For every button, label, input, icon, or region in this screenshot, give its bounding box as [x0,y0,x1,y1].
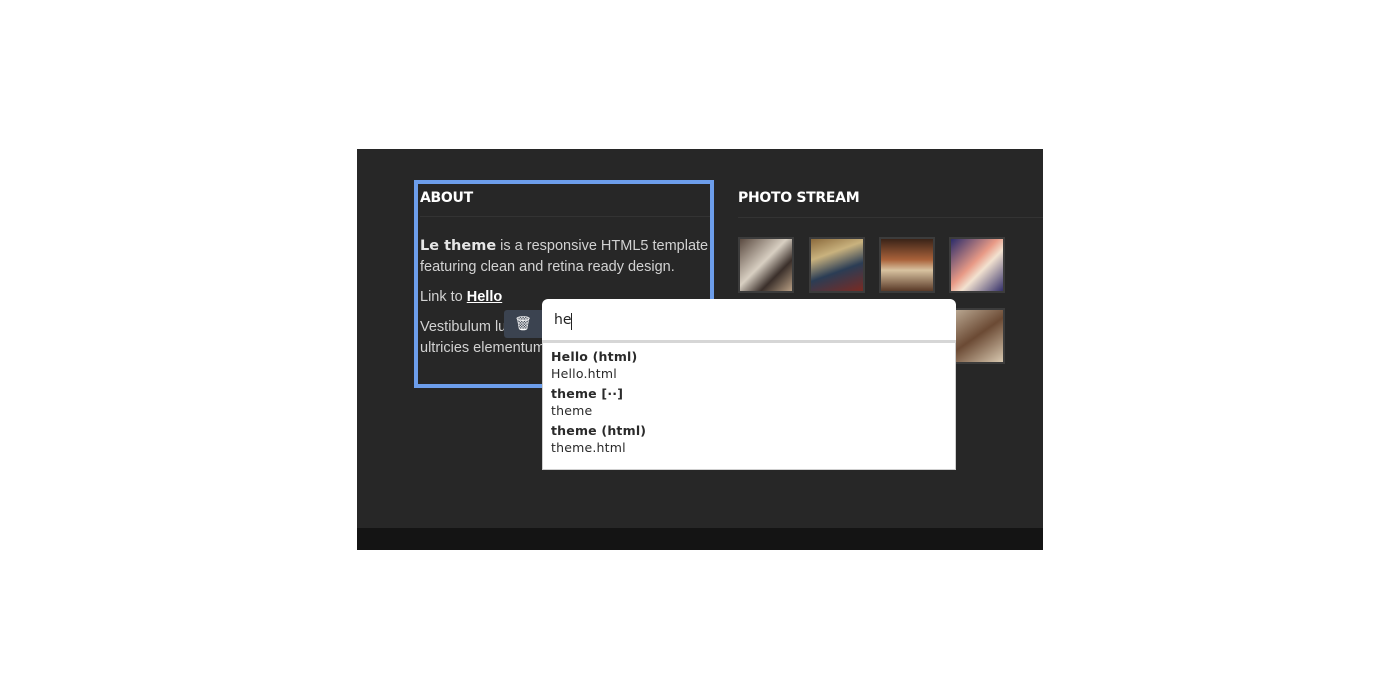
text-caret [571,313,572,330]
about-title: ABOUT [420,190,473,206]
suggestion-url: theme.html [551,440,626,455]
suggestion-url: theme [551,403,593,418]
photo-thumb[interactable] [879,237,935,293]
suggestion-title: Hello (html) [551,349,638,364]
link-prefix: Link to [420,289,467,305]
trash-icon: 🗑 [514,316,532,332]
photo-stream-widget: PHOTO STREAM [738,180,1043,364]
suggestion-item[interactable]: Hello (html) Hello.html [551,348,947,382]
footer-bar [357,528,1043,550]
photo-thumb[interactable] [949,237,1005,293]
about-intro: Le theme is a responsive HTML5 template … [420,236,710,278]
hello-link[interactable]: Hello [467,289,502,305]
link-input-wrapper [542,299,956,343]
suggestion-title: theme (html) [551,423,647,438]
suggestion-url: Hello.html [551,366,617,381]
photo-thumb[interactable] [949,308,1005,364]
suggestion-item[interactable]: theme [··] theme [551,385,947,419]
about-divider [420,216,710,217]
suggestion-title: theme [··] [551,386,624,401]
link-search-input[interactable] [554,312,934,328]
suggestion-item[interactable]: theme (html) theme.html [551,422,947,456]
link-suggestions: Hello (html) Hello.html theme [··] theme… [542,343,956,470]
photo-thumb[interactable] [809,237,865,293]
link-popup: Hello (html) Hello.html theme [··] theme… [542,299,956,470]
photo-stream-divider [738,217,1043,218]
photo-stream-title: PHOTO STREAM [738,190,860,206]
remove-link-button[interactable]: 🗑 [504,310,542,338]
brand-name: Le theme [420,238,497,254]
photo-thumb[interactable] [738,237,794,293]
